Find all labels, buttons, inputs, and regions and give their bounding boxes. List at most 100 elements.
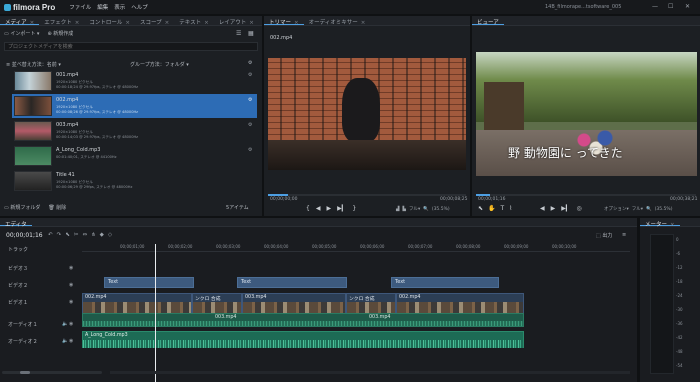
import-button[interactable]: ▭ インポート ▾ bbox=[4, 30, 39, 37]
item-settings-icon[interactable]: ⚙ bbox=[248, 122, 252, 128]
timeline-zoom-slider[interactable] bbox=[2, 371, 102, 374]
snapshot-icon[interactable]: ◎ bbox=[576, 205, 581, 212]
maximize-icon[interactable]: ☐ bbox=[668, 3, 673, 10]
ripple-icon[interactable]: ⇔ bbox=[82, 232, 87, 238]
close-tab-icon[interactable]: × bbox=[294, 20, 299, 26]
close-tab-icon[interactable]: × bbox=[30, 20, 35, 26]
tab-scopes[interactable]: スコープ × bbox=[135, 16, 174, 26]
snap-icon[interactable]: ⋔ bbox=[91, 232, 96, 238]
menu-help[interactable]: ヘルプ bbox=[131, 3, 148, 11]
tab-editor[interactable]: エディタ bbox=[0, 218, 32, 228]
group-dropdown[interactable]: グループ方法：フォルダ ▾ bbox=[130, 61, 189, 68]
prev-frame-icon[interactable]: ◀ bbox=[316, 205, 321, 212]
prev-frame-icon[interactable]: ◀ bbox=[540, 205, 545, 212]
zoom-icon[interactable]: 🔍 bbox=[646, 207, 652, 212]
marker-icon[interactable]: ◆ bbox=[100, 232, 104, 238]
tab-viewer[interactable]: ビューア bbox=[472, 16, 504, 26]
item-settings-icon[interactable]: ⚙ bbox=[248, 147, 252, 153]
timeline-transition-clip[interactable]: ンクロ 合成 bbox=[192, 293, 242, 315]
full-dropdown[interactable]: フル▾ bbox=[632, 206, 643, 212]
media-item-title[interactable]: Title 41 1920×1080 ピクセル 00:00:06;29 @ 29f… bbox=[12, 169, 257, 193]
transform-icon[interactable]: ⌇ bbox=[509, 205, 512, 212]
export-button[interactable]: ⬚ 出力 bbox=[596, 232, 612, 239]
timeline-video-clip[interactable]: 003.mp4 bbox=[242, 293, 346, 315]
play-icon[interactable]: ▶ bbox=[551, 205, 556, 212]
overwrite-icon[interactable]: ▙ bbox=[402, 207, 405, 212]
mark-out-icon[interactable]: } bbox=[352, 205, 356, 212]
media-item-audio[interactable]: A_Long_Cold.mp3 00:01:40;01, ステレオ @ 4410… bbox=[12, 144, 257, 168]
editor-menu-icon[interactable]: ≡ bbox=[622, 232, 626, 238]
editor-timecode[interactable]: 00;00;01;16 bbox=[6, 232, 43, 239]
new-composite-button[interactable]: ⊕ 新規作成 bbox=[47, 30, 73, 37]
close-window-icon[interactable]: ✕ bbox=[685, 3, 690, 10]
close-tab-icon[interactable]: × bbox=[670, 222, 675, 228]
next-frame-icon[interactable]: ▶▎ bbox=[337, 205, 346, 212]
playhead[interactable] bbox=[155, 244, 156, 382]
keyframe-icon[interactable]: ◇ bbox=[108, 232, 112, 238]
eye-icon[interactable]: ◉ bbox=[69, 265, 73, 271]
media-item-001[interactable]: 001.mp4 1920×1080 ピクセル 00:00:18;24 @ 29.9… bbox=[12, 69, 257, 93]
media-item-003[interactable]: 003.mp4 1920×1080 ピクセル 00:00:14;03 @ 29.9… bbox=[12, 119, 257, 143]
tab-layout[interactable]: レイアウト × bbox=[214, 16, 259, 26]
timeline-transition-clip[interactable]: ンクロ 合成 bbox=[346, 293, 396, 315]
minimize-icon[interactable]: — bbox=[652, 3, 658, 10]
tab-audio-mixer[interactable]: オーディオミキサー × bbox=[304, 16, 371, 26]
trimmer-zoom[interactable]: (35.5%) bbox=[432, 207, 450, 212]
timeline-text-clip[interactable]: Text bbox=[391, 277, 499, 288]
settings-icon[interactable]: ⚙ bbox=[248, 60, 252, 66]
play-icon[interactable]: ▶ bbox=[326, 205, 331, 212]
tab-effects[interactable]: エフェクト × bbox=[39, 16, 84, 26]
speaker-icon[interactable]: 🔈 bbox=[62, 338, 68, 344]
undo-icon[interactable]: ↶ bbox=[48, 232, 53, 238]
new-folder-button[interactable]: ▭ 新規フォルダ bbox=[4, 204, 40, 211]
tab-meter[interactable]: メーター × bbox=[640, 218, 680, 228]
timeline-text-clip[interactable]: Text bbox=[104, 277, 194, 288]
viewer-zoom[interactable]: (35.5%) bbox=[655, 207, 673, 212]
delete-button[interactable]: 🗑 削除 bbox=[48, 204, 66, 211]
close-tab-icon[interactable]: × bbox=[125, 20, 130, 26]
redo-icon[interactable]: ↷ bbox=[57, 232, 62, 238]
close-tab-icon[interactable]: × bbox=[165, 20, 170, 26]
timeline-text-clip[interactable]: Text bbox=[237, 277, 347, 288]
text-tool-icon[interactable]: T bbox=[501, 205, 505, 212]
close-tab-icon[interactable]: × bbox=[249, 20, 254, 26]
eye-icon[interactable]: ◉ bbox=[69, 299, 73, 305]
menu-view[interactable]: 表示 bbox=[114, 3, 125, 11]
timeline-audio-clip[interactable]: A_Long_Cold.mp3 bbox=[82, 331, 524, 348]
timeline-scrollbar[interactable] bbox=[110, 371, 630, 374]
sort-dropdown[interactable]: ≡ 並べ替え方法：名前 ▾ bbox=[6, 61, 61, 68]
select-tool-icon[interactable]: ⬉ bbox=[478, 205, 483, 212]
grid-view-icon[interactable]: ▦ bbox=[248, 30, 254, 37]
item-settings-icon[interactable]: ⚙ bbox=[248, 72, 252, 78]
close-tab-icon[interactable]: × bbox=[204, 20, 209, 26]
media-item-002[interactable]: 002.mp4 1920×1080 ピクセル 00:00:08;26 @ 29.9… bbox=[12, 94, 257, 118]
timeline-video-clip[interactable]: 002.mp4 bbox=[82, 293, 192, 315]
full-dropdown[interactable]: フル▾ bbox=[409, 206, 420, 212]
menu-edit[interactable]: 編集 bbox=[97, 3, 108, 11]
media-search-input[interactable] bbox=[4, 42, 258, 51]
timeline-linked-audio[interactable]: 003.mp4 003.mp4 bbox=[82, 313, 524, 327]
trimmer-scrubber[interactable] bbox=[268, 194, 466, 196]
select-tool-icon[interactable]: ⬉ bbox=[65, 232, 70, 238]
item-settings-icon[interactable]: ⚙ bbox=[248, 97, 252, 103]
slice-tool-icon[interactable]: ✂ bbox=[74, 232, 79, 238]
options-dropdown[interactable]: オプション▾ bbox=[604, 206, 629, 212]
eye-icon[interactable]: ◉ bbox=[69, 282, 73, 288]
tab-trimmer[interactable]: トリマー × bbox=[264, 16, 304, 26]
menu-file[interactable]: ファイル bbox=[69, 3, 91, 11]
tab-text[interactable]: テキスト × bbox=[174, 16, 213, 26]
timeline-video-clip[interactable]: 002.mp4 bbox=[396, 293, 524, 315]
tab-media[interactable]: メディア × bbox=[0, 16, 40, 26]
timeline-ruler[interactable]: 00;00;01;00 00;00;02;00 00;00;03;00 00;0… bbox=[82, 244, 630, 252]
hand-tool-icon[interactable]: ✋ bbox=[488, 205, 495, 212]
insert-icon[interactable]: ▟ bbox=[396, 207, 399, 212]
next-frame-icon[interactable]: ▶▎ bbox=[561, 205, 570, 212]
mark-in-icon[interactable]: { bbox=[306, 205, 310, 212]
eye-icon[interactable]: ◉ bbox=[69, 338, 73, 344]
speaker-icon[interactable]: 🔈 bbox=[62, 321, 68, 327]
close-tab-icon[interactable]: × bbox=[361, 20, 366, 26]
zoom-icon[interactable]: 🔍 bbox=[423, 207, 429, 212]
tab-controls[interactable]: コントロール × bbox=[84, 16, 135, 26]
eye-icon[interactable]: ◉ bbox=[69, 321, 73, 327]
close-tab-icon[interactable]: × bbox=[75, 20, 80, 26]
